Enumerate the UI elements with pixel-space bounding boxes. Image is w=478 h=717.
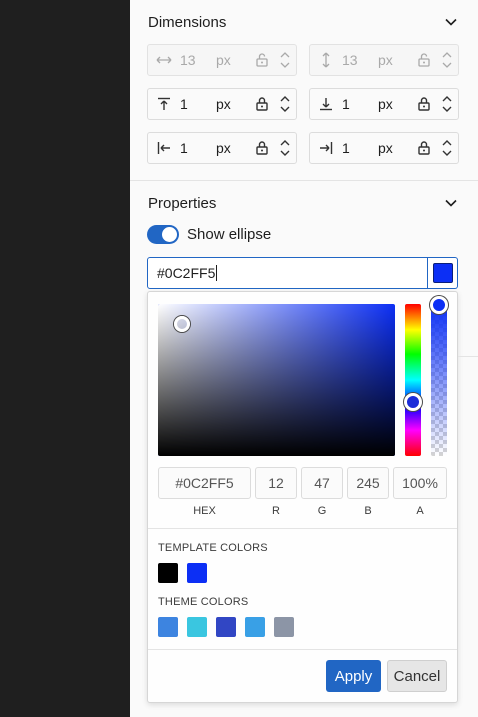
align-top-icon bbox=[148, 97, 180, 111]
height-arrows-icon bbox=[310, 52, 342, 68]
padding-left-stepper[interactable] bbox=[274, 140, 296, 156]
padding-top-value: 1 bbox=[180, 96, 188, 112]
lock-icon[interactable] bbox=[250, 97, 274, 111]
theme-color-chip[interactable] bbox=[245, 617, 265, 637]
padding-top-stepper[interactable] bbox=[274, 96, 296, 112]
padding-bottom-stepper[interactable] bbox=[436, 96, 458, 112]
alpha-slider[interactable] bbox=[431, 304, 447, 456]
lock-icon[interactable] bbox=[250, 141, 274, 155]
section-divider bbox=[130, 180, 478, 181]
unlock-icon[interactable] bbox=[250, 53, 274, 67]
section-divider bbox=[458, 356, 478, 357]
align-bottom-icon bbox=[310, 97, 342, 111]
current-color-swatch bbox=[432, 263, 453, 283]
width-stepper[interactable] bbox=[274, 52, 296, 68]
theme-color-chip[interactable] bbox=[187, 617, 207, 637]
inspector-panel: Dimensions 13 px 13 px 1 px 1 px 1 px 1 … bbox=[130, 0, 478, 717]
height-unit: px bbox=[378, 52, 393, 68]
hex-field-value: #0C2FF5 bbox=[175, 475, 234, 491]
padding-bottom-unit: px bbox=[378, 96, 393, 112]
padding-left-unit: px bbox=[216, 140, 231, 156]
theme-color-chip[interactable] bbox=[274, 617, 294, 637]
template-colors-title: TEMPLATE COLORS bbox=[158, 542, 268, 554]
color-swatch-button[interactable] bbox=[428, 257, 458, 289]
color-hex-input[interactable]: #0C2FF5 bbox=[147, 257, 428, 289]
padding-right-stepper[interactable] bbox=[436, 140, 458, 156]
value-gradient bbox=[158, 304, 395, 456]
alpha-field-value: 100 bbox=[402, 475, 426, 491]
padding-right-unit: px bbox=[378, 140, 393, 156]
lock-icon[interactable] bbox=[412, 97, 436, 111]
align-right-icon bbox=[310, 141, 342, 155]
dimensions-header[interactable]: Dimensions bbox=[148, 10, 458, 34]
theme-colors-title: THEME COLORS bbox=[158, 596, 249, 608]
height-value: 13 bbox=[342, 52, 358, 68]
hex-label: HEX bbox=[193, 505, 216, 517]
blue-field[interactable]: 245 bbox=[347, 467, 389, 499]
padding-top-field[interactable]: 1 px bbox=[147, 88, 297, 120]
alpha-label: A bbox=[416, 505, 424, 517]
padding-right-value: 1 bbox=[342, 140, 350, 156]
width-unit: px bbox=[216, 52, 231, 68]
alpha-gradient bbox=[431, 304, 447, 456]
lock-icon[interactable] bbox=[412, 141, 436, 155]
theme-color-chip[interactable] bbox=[216, 617, 236, 637]
cancel-button[interactable]: Cancel bbox=[387, 660, 447, 692]
red-field[interactable]: 12 bbox=[255, 467, 297, 499]
saturation-value-handle[interactable] bbox=[174, 316, 190, 332]
alpha-field-unit: % bbox=[425, 475, 438, 491]
width-arrows-icon bbox=[148, 55, 180, 65]
template-color-chip[interactable] bbox=[158, 563, 178, 583]
alpha-slider-handle[interactable] bbox=[430, 296, 448, 314]
width-field[interactable]: 13 px bbox=[147, 44, 297, 76]
red-field-value: 12 bbox=[268, 475, 284, 491]
padding-bottom-field[interactable]: 1 px bbox=[309, 88, 459, 120]
red-label: R bbox=[272, 505, 280, 517]
padding-left-field[interactable]: 1 px bbox=[147, 132, 297, 164]
saturation-value-area[interactable] bbox=[158, 304, 395, 456]
toggle-knob bbox=[162, 227, 177, 242]
properties-header[interactable]: Properties bbox=[148, 191, 458, 215]
unlock-icon[interactable] bbox=[412, 53, 436, 67]
alpha-field[interactable]: 100% bbox=[393, 467, 447, 499]
padding-top-unit: px bbox=[216, 96, 231, 112]
hue-slider-handle[interactable] bbox=[404, 393, 422, 411]
divider bbox=[148, 528, 457, 529]
text-caret bbox=[216, 265, 218, 281]
color-hex-value: #0C2FF5 bbox=[157, 265, 216, 281]
align-left-icon bbox=[148, 141, 180, 155]
green-field-value: 47 bbox=[314, 475, 330, 491]
blue-label: B bbox=[364, 505, 372, 517]
properties-title: Properties bbox=[148, 194, 217, 212]
divider bbox=[148, 649, 457, 650]
chevron-down-icon[interactable] bbox=[444, 196, 458, 210]
padding-bottom-value: 1 bbox=[342, 96, 350, 112]
width-value: 13 bbox=[180, 52, 196, 68]
green-label: G bbox=[317, 505, 327, 517]
green-field[interactable]: 47 bbox=[301, 467, 343, 499]
show-ellipse-label: Show ellipse bbox=[187, 226, 272, 243]
hue-slider[interactable] bbox=[405, 304, 421, 456]
padding-right-field[interactable]: 1 px bbox=[309, 132, 459, 164]
template-color-chip[interactable] bbox=[187, 563, 207, 583]
left-dark-panel bbox=[0, 0, 130, 717]
height-field[interactable]: 13 px bbox=[309, 44, 459, 76]
blue-field-value: 245 bbox=[356, 475, 380, 491]
theme-color-chip[interactable] bbox=[158, 617, 178, 637]
dimensions-title: Dimensions bbox=[148, 13, 227, 31]
padding-left-value: 1 bbox=[180, 140, 188, 156]
hex-field[interactable]: #0C2FF5 bbox=[158, 467, 251, 499]
chevron-down-icon[interactable] bbox=[444, 15, 458, 29]
apply-button[interactable]: Apply bbox=[326, 660, 381, 692]
height-stepper[interactable] bbox=[436, 52, 458, 68]
show-ellipse-toggle[interactable] bbox=[147, 225, 179, 244]
color-picker-popover: #0C2FF5 12 47 245 100% HEX R G B A TEMPL… bbox=[147, 291, 458, 703]
